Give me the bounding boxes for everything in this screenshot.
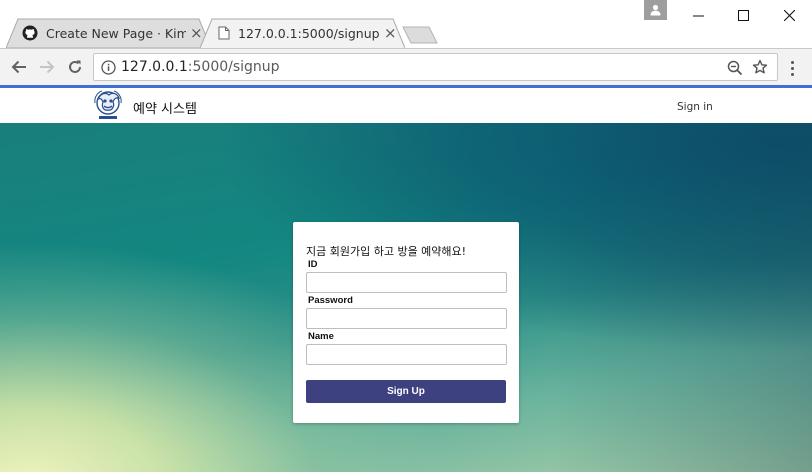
browser-menu-button[interactable] (785, 57, 799, 79)
new-tab-button[interactable] (402, 26, 438, 44)
browser-titlebar: Create New Page · KimJ × 127.0.0.1:5000/… (0, 0, 812, 48)
back-button[interactable] (7, 56, 31, 78)
tab-github[interactable]: Create New Page · KimJ × (6, 18, 211, 48)
reload-icon (69, 60, 81, 73)
tab-signup-active[interactable]: 127.0.0.1:5000/signup × (200, 18, 405, 48)
maximize-button[interactable] (720, 0, 766, 30)
url-host: 127.0.0.1 (121, 59, 188, 75)
profile-button[interactable] (644, 0, 667, 20)
arrow-right-icon (40, 60, 55, 74)
id-label: ID (308, 259, 318, 270)
signup-card: 지금 회원가입 하고 방을 예약해요! ID Password Name Sig… (293, 222, 519, 423)
minimize-button[interactable] (675, 0, 721, 30)
zoom-out-icon[interactable] (727, 60, 743, 76)
info-icon[interactable] (101, 60, 116, 75)
url-text: 127.0.0.1:5000/signup (121, 59, 280, 75)
name-input[interactable] (306, 344, 507, 365)
forward-button[interactable] (35, 56, 59, 78)
sign-in-link[interactable]: Sign in (677, 101, 713, 113)
hero-shade (552, 123, 812, 472)
reload-button[interactable] (63, 56, 87, 78)
password-input[interactable] (306, 308, 507, 329)
arrow-left-icon (11, 60, 26, 74)
close-icon (783, 9, 795, 21)
page-icon (218, 26, 230, 40)
menu-dot (790, 72, 794, 76)
id-input[interactable] (306, 272, 507, 293)
brand-title[interactable]: 예약 시스템 (133, 98, 197, 117)
site-navbar: 예약 시스템 Sign in (0, 88, 812, 123)
maximize-icon (737, 9, 749, 21)
url-path: :5000/signup (187, 59, 280, 75)
menu-dot (790, 60, 794, 64)
close-window-button[interactable] (766, 0, 812, 30)
sign-up-button[interactable]: Sign Up (306, 380, 506, 403)
bookmark-star-icon[interactable] (752, 59, 768, 75)
menu-dot (790, 66, 794, 70)
tab-title: Create New Page · KimJ (46, 25, 186, 41)
page-viewport: 예약 시스템 Sign in 지금 회원가입 하고 방을 예약해요! ID Pa… (0, 85, 812, 472)
person-icon (650, 4, 661, 16)
tab-title: 127.0.0.1:5000/signup (238, 25, 380, 41)
password-label: Password (308, 295, 353, 306)
tab-close-button[interactable]: × (384, 24, 397, 42)
name-label: Name (308, 331, 334, 342)
github-icon (22, 25, 38, 41)
signup-heading: 지금 회원가입 하고 방을 예약해요! (306, 245, 467, 258)
browser-toolbar: 127.0.0.1:5000/signup (0, 48, 812, 85)
hero-background: 지금 회원가입 하고 방을 예약해요! ID Password Name Sig… (0, 123, 812, 472)
minimize-icon (692, 15, 704, 16)
address-bar[interactable]: 127.0.0.1:5000/signup (93, 53, 778, 81)
logo-emblem[interactable] (92, 89, 124, 122)
